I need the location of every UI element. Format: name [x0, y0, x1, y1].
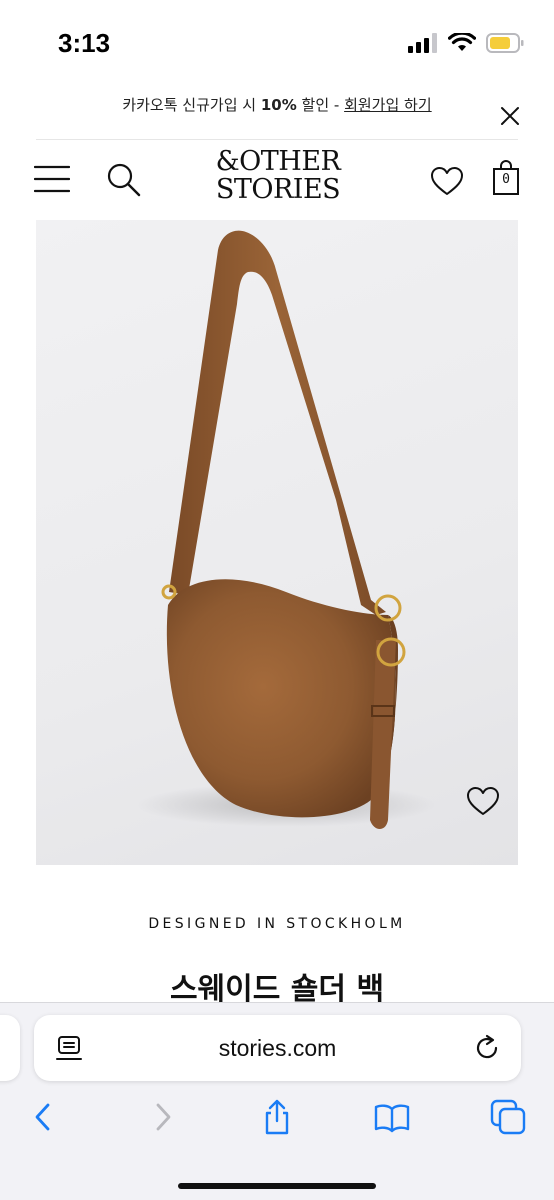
- product-image[interactable]: [36, 220, 518, 865]
- product-tagline: DESIGNED IN STOCKHOLM: [148, 916, 406, 932]
- suede-shoulder-bag-image: [136, 230, 436, 829]
- promo-text: 카카오톡 신규가입 시 10% 할인 - 회원가입 하기: [0, 94, 554, 115]
- cellular-signal-icon: [408, 33, 437, 53]
- search-icon[interactable]: [106, 162, 142, 198]
- status-bar: 3:13: [0, 0, 554, 84]
- menu-icon[interactable]: [34, 164, 70, 194]
- promo-text-before: 카카오톡 신규가입 시: [122, 96, 261, 114]
- site-header: &OTHER STORIES 0: [0, 140, 554, 220]
- heart-icon[interactable]: [430, 166, 464, 196]
- wifi-icon: [448, 33, 476, 51]
- reload-icon[interactable]: [473, 1034, 501, 1062]
- back-icon[interactable]: [26, 1099, 62, 1135]
- previous-tab-peek[interactable]: [0, 1015, 20, 1081]
- status-icons: [408, 33, 524, 53]
- logo-line-2: STORIES: [215, 174, 341, 205]
- bookmarks-icon[interactable]: [374, 1099, 410, 1135]
- site-logo[interactable]: &OTHER STORIES: [196, 148, 360, 204]
- close-icon[interactable]: [498, 104, 522, 128]
- home-indicator: [178, 1183, 376, 1189]
- bag-button[interactable]: 0: [492, 160, 520, 196]
- logo-line-1: &OTHER: [215, 146, 341, 177]
- battery-icon: [486, 33, 524, 53]
- tabs-icon[interactable]: [490, 1099, 526, 1135]
- url-text[interactable]: stories.com: [34, 1035, 521, 1062]
- safari-toolbar: stories.com: [0, 1002, 554, 1200]
- forward-icon[interactable]: [144, 1099, 180, 1135]
- share-icon[interactable]: [259, 1099, 295, 1135]
- favorite-heart-icon[interactable]: [466, 786, 500, 816]
- promo-discount: 10%: [260, 96, 297, 114]
- status-time: 3:13: [58, 28, 111, 58]
- signup-link[interactable]: 회원가입 하기: [344, 96, 432, 114]
- promo-text-middle: 할인 -: [296, 96, 345, 114]
- bag-count: 0: [502, 172, 510, 187]
- promo-banner: 카카오톡 신규가입 시 10% 할인 - 회원가입 하기: [0, 84, 554, 140]
- address-bar[interactable]: stories.com: [34, 1015, 521, 1081]
